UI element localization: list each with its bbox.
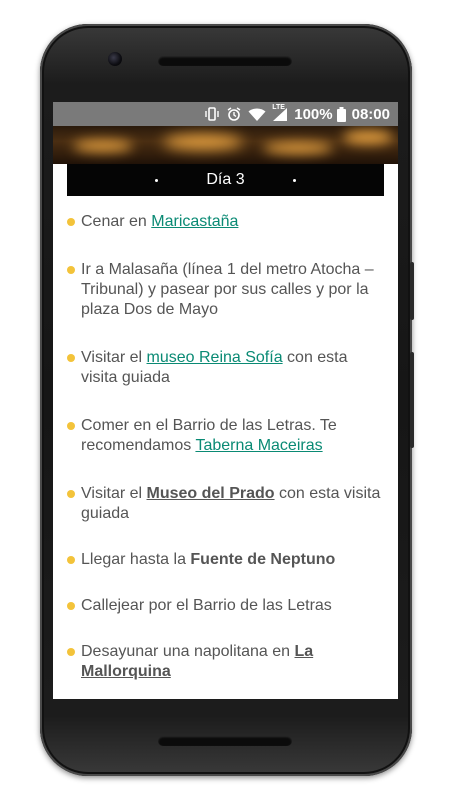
item-text: Visitar el Museo del Prado con esta visi…: [81, 484, 381, 524]
day-title: Día 3: [206, 171, 245, 188]
item-text-pre: Cenar en: [81, 213, 152, 230]
power-button: [410, 262, 414, 320]
maricastana-link[interactable]: Maricastaña: [151, 213, 238, 230]
bottom-speaker: [158, 736, 292, 746]
day-header: Día 3: [67, 164, 384, 196]
vibrate-icon: [204, 106, 220, 122]
battery-icon: [336, 106, 346, 122]
earpiece-speaker: [158, 56, 292, 66]
wifi-icon: [248, 107, 266, 122]
separator-dot: [293, 179, 296, 182]
item-text: Ir a Malasaña (línea 1 del metro Atocha …: [81, 261, 374, 318]
signal-icon: LTE: [272, 103, 288, 122]
taberna-maceiras-link[interactable]: Taberna Maceiras: [195, 437, 322, 454]
item-text-pre: Visitar el: [81, 485, 147, 502]
alarm-icon: [226, 106, 242, 122]
museo-reina-sofia-link[interactable]: museo Reina Sofía: [147, 349, 283, 366]
front-camera: [108, 52, 122, 66]
fuente-de-neptuno-text: Fuente de Neptuno: [190, 551, 336, 568]
bullet-icon: [67, 218, 75, 226]
bullet-icon: [67, 648, 75, 656]
header-city-night-image: [53, 126, 398, 164]
bullet-icon: [67, 556, 75, 564]
item-text: Llegar hasta la Fuente de Neptuno: [81, 550, 381, 570]
separator-dot: [155, 179, 158, 182]
volume-button: [410, 352, 414, 448]
item-text: Visitar el museo Reina Sofía con esta vi…: [81, 348, 381, 388]
bullet-icon: [67, 490, 75, 498]
museo-del-prado-link[interactable]: Museo del Prado: [147, 485, 275, 502]
bullet-icon: [67, 354, 75, 362]
item-text: Callejear por el Barrio de las Letras: [81, 597, 332, 614]
item-text: Comer en el Barrio de las Letras. Te rec…: [81, 416, 381, 456]
battery-percent: 100%: [294, 105, 333, 123]
item-text-pre: Llegar hasta la: [81, 551, 191, 568]
status-bar: LTE 100% 08:00: [53, 102, 398, 126]
bullet-icon: [67, 266, 75, 274]
screen: LTE 100% 08:00 Día 3 Cenar en Maricastañ…: [53, 102, 398, 699]
item-text: Cenar en Maricastaña: [81, 212, 381, 232]
clock: 08:00: [351, 105, 390, 123]
network-type-label: LTE: [272, 103, 285, 111]
item-text: Desayunar una napolitana en La Mallorqui…: [81, 642, 381, 682]
item-text-pre: Visitar el: [81, 349, 147, 366]
item-text-pre: Desayunar una napolitana en: [81, 643, 295, 660]
bullet-icon: [67, 602, 75, 610]
bullet-icon: [67, 422, 75, 430]
